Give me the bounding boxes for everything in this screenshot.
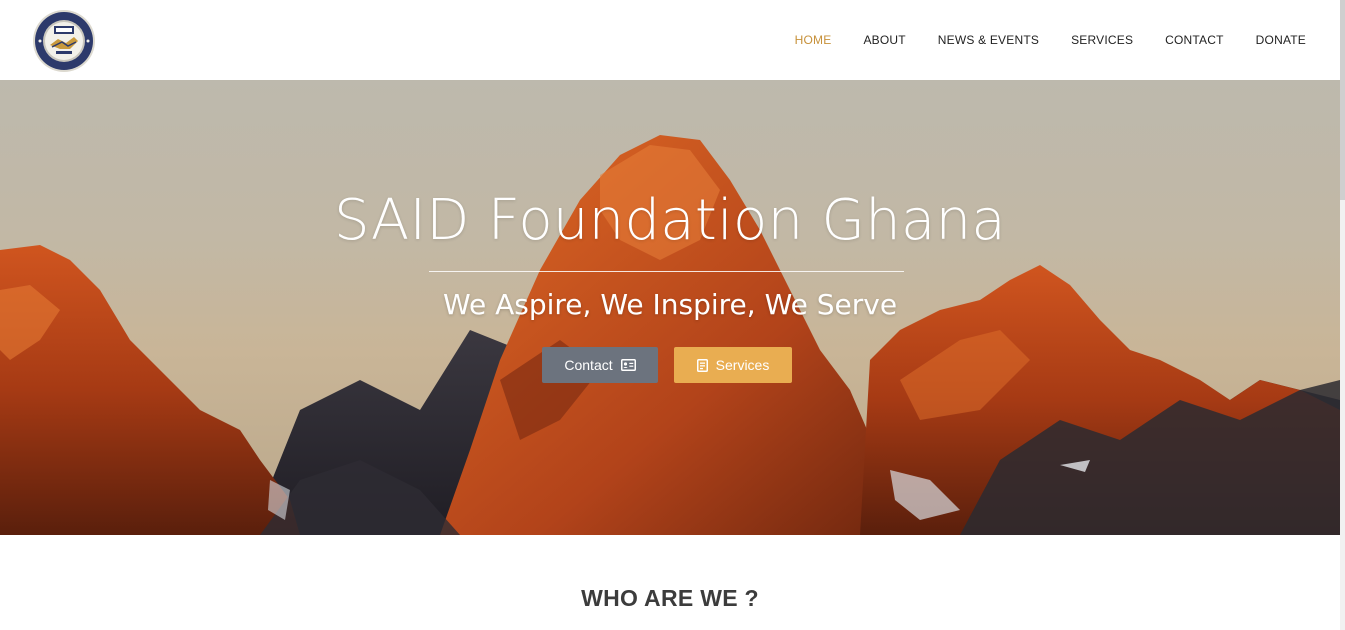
site-logo[interactable] [32, 9, 96, 73]
nav-services[interactable]: SERVICES [1055, 33, 1149, 47]
contact-card-icon [620, 359, 636, 371]
hero-banner: SAID Foundation Ghana We Aspire, We Insp… [0, 80, 1340, 535]
scrollbar-thumb[interactable] [1340, 0, 1345, 200]
nav-donate[interactable]: DONATE [1240, 33, 1306, 47]
site-header: HOME ABOUT NEWS & EVENTS SERVICES CONTAC… [0, 0, 1340, 80]
page-scrollbar[interactable] [1340, 0, 1345, 630]
said-seal-icon [33, 10, 95, 72]
hero-title: SAID Foundation Ghana [333, 188, 1007, 253]
hero-divider [429, 271, 904, 272]
main-nav: HOME ABOUT NEWS & EVENTS SERVICES CONTAC… [779, 0, 1306, 80]
contact-button-label: Contact [564, 357, 613, 373]
nav-contact[interactable]: CONTACT [1149, 33, 1240, 47]
contact-button[interactable]: Contact [542, 347, 658, 383]
hero-subtitle: We Aspire, We Inspire, We Serve [442, 288, 898, 321]
nav-news-events[interactable]: NEWS & EVENTS [922, 33, 1055, 47]
nav-about[interactable]: ABOUT [847, 33, 921, 47]
section-title-who-are-we: WHO ARE WE ? [581, 585, 759, 611]
services-button[interactable]: Services [674, 347, 792, 383]
services-button-label: Services [715, 357, 770, 373]
page: HOME ABOUT NEWS & EVENTS SERVICES CONTAC… [0, 0, 1345, 630]
nav-home[interactable]: HOME [779, 33, 848, 47]
document-icon [696, 358, 708, 372]
